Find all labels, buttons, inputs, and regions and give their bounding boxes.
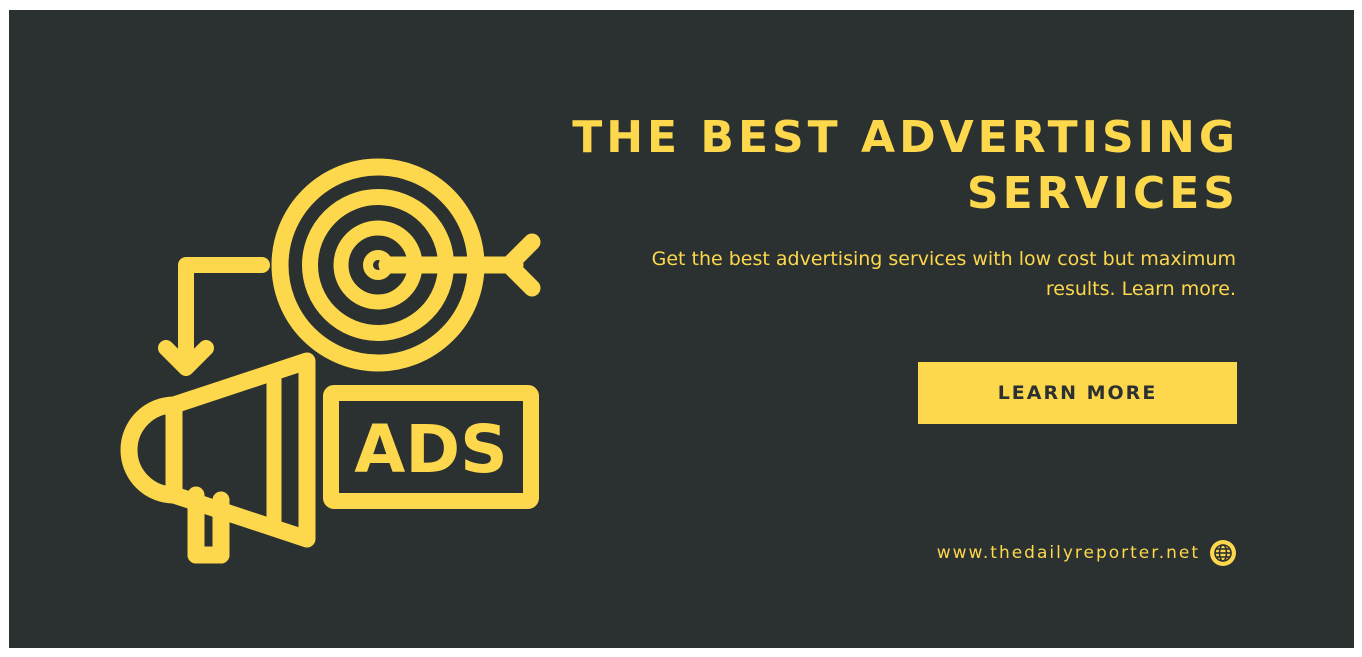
website-row: www.thedailyreporter.net [937,536,1236,570]
megaphone-icon [120,352,316,564]
globe-icon [1210,540,1236,566]
advertising-banner: ADS THE BEST ADVERTISING SERVICES Get th… [9,10,1354,648]
ads-label: ADS [354,411,507,488]
subtext: Get the best advertising services with l… [651,248,1236,300]
headline: THE BEST ADVERTISING SERVICES [572,112,1239,219]
website-link[interactable]: www.thedailyreporter.net [937,543,1200,563]
curved-arrow-icon [158,257,270,376]
learn-more-button[interactable]: LEARN MORE [918,362,1237,424]
